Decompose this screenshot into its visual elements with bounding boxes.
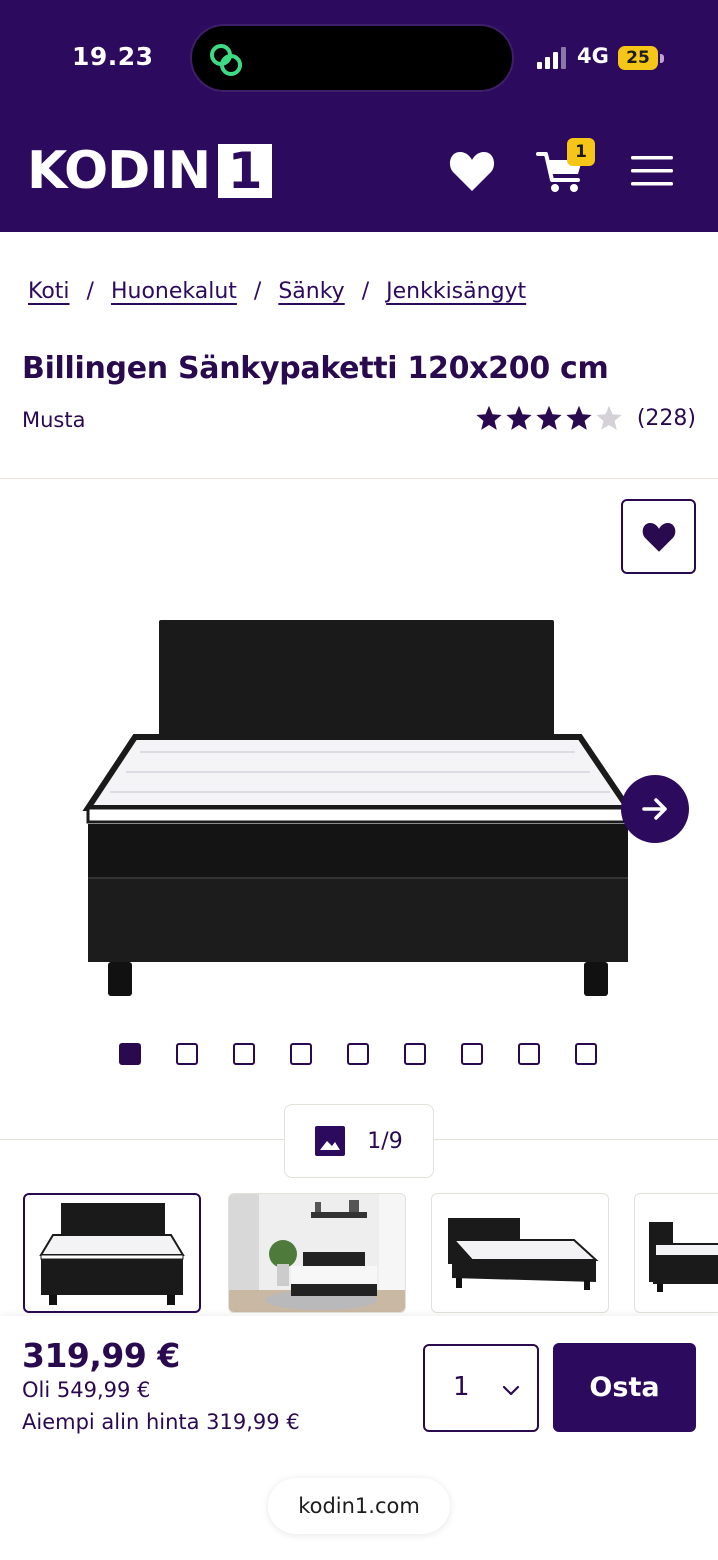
star-icon <box>476 405 502 430</box>
gallery-dot-1[interactable] <box>119 1043 141 1065</box>
logo-wordmark: KODIN <box>27 141 211 201</box>
network-label: 4G <box>577 44 609 68</box>
gallery-dot-9[interactable] <box>575 1043 597 1065</box>
status-time: 19.23 <box>72 42 154 71</box>
logo-mark-number: 1 <box>227 142 263 200</box>
star-icon <box>506 405 532 430</box>
product-image <box>82 620 634 996</box>
gallery-dot-2[interactable] <box>176 1043 198 1065</box>
signal-icon <box>537 47 566 69</box>
battery-indicator: 25 <box>618 46 658 70</box>
breadcrumb-furniture[interactable]: Huonekalut <box>111 279 237 304</box>
rating-stars <box>475 404 623 432</box>
thumbnail-1[interactable] <box>23 1193 201 1313</box>
breadcrumb-home[interactable]: Koti <box>28 279 70 304</box>
gallery-dot-8[interactable] <box>518 1043 540 1065</box>
breadcrumb-separator: / <box>86 279 94 304</box>
chevron-down-icon <box>502 1385 520 1396</box>
review-count: (228) <box>636 405 696 431</box>
heart-icon <box>642 522 675 552</box>
thumbnail-2[interactable] <box>228 1193 406 1313</box>
image-counter-text: 1/9 <box>367 1128 403 1154</box>
section-divider <box>0 478 718 479</box>
gallery-dot-6[interactable] <box>404 1043 426 1065</box>
thumbnail-image <box>39 1203 185 1305</box>
add-to-favorites-button[interactable] <box>621 499 696 574</box>
current-price: 319,99 € <box>22 1336 180 1375</box>
chat-link-icon <box>210 44 242 76</box>
thumbnail-4[interactable] <box>634 1193 718 1313</box>
thumbnail-strip <box>0 1192 718 1314</box>
quantity-select[interactable]: 1 <box>423 1344 539 1432</box>
breadcrumb-separator: / <box>253 279 262 304</box>
gallery-dot-4[interactable] <box>290 1043 312 1065</box>
cart-count-badge: 1 <box>567 138 595 166</box>
image-icon <box>315 1126 346 1156</box>
thumbnail-image <box>448 1218 599 1290</box>
thumbnail-image <box>229 1194 405 1312</box>
purchase-bar: 319,99 € Oli 549,99 € Aiempi alin hinta … <box>0 1316 718 1560</box>
kodin1-logo[interactable]: KODIN 1 <box>27 141 273 201</box>
gallery-dot-5[interactable] <box>347 1043 369 1065</box>
product-variant: Musta <box>22 408 86 432</box>
menu-icon[interactable] <box>631 154 673 188</box>
gallery-dot-3[interactable] <box>233 1043 255 1065</box>
gallery-dot-7[interactable] <box>461 1043 483 1065</box>
buy-button[interactable]: Osta <box>553 1343 696 1432</box>
breadcrumb: Koti / Huonekalut / Sänky / Jenkkisängyt <box>28 279 526 304</box>
quantity-value: 1 <box>453 1372 470 1402</box>
dynamic-island <box>190 24 514 92</box>
product-rating[interactable]: (228) <box>475 404 696 432</box>
star-icon <box>596 405 622 430</box>
image-counter[interactable]: 1/9 <box>284 1104 434 1178</box>
star-icon <box>536 405 562 430</box>
heart-icon[interactable] <box>448 148 496 194</box>
star-icon <box>566 405 592 430</box>
breadcrumb-bed[interactable]: Sänky <box>278 279 344 304</box>
top-header: 19.23 4G 25 KODIN 1 1 <box>0 0 718 232</box>
next-image-button[interactable] <box>621 775 689 843</box>
gallery-pagination <box>119 1043 597 1065</box>
browser-url-bar[interactable]: kodin1.com <box>268 1478 450 1534</box>
lowest-previous-price: Aiempi alin hinta 319,99 € <box>22 1410 300 1434</box>
breadcrumb-box-spring-beds[interactable]: Jenkkisängyt <box>386 279 526 304</box>
logo-mark: 1 <box>218 142 273 200</box>
product-title: Billingen Sänkypaketti 120x200 cm <box>22 351 609 386</box>
thumbnail-3[interactable] <box>431 1193 609 1313</box>
previous-price: Oli 549,99 € <box>22 1378 151 1402</box>
breadcrumb-separator: / <box>361 279 370 304</box>
thumbnail-image <box>649 1222 718 1292</box>
battery-tip <box>660 54 664 63</box>
arrow-right-icon <box>642 798 667 820</box>
